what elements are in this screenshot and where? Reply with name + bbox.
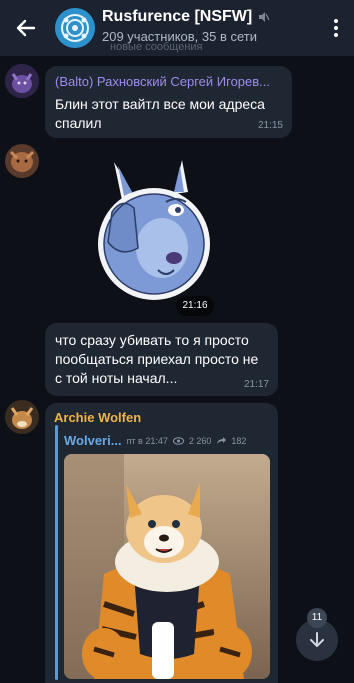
message-bubble[interactable]: что сразу убивать то я просто пообщаться… — [45, 323, 278, 396]
arrow-down-icon — [310, 632, 324, 647]
wolf-facepalm-sticker-icon — [98, 160, 210, 300]
menu-button[interactable] — [332, 16, 340, 40]
share-icon — [217, 436, 227, 444]
message-sender[interactable]: Archie Wolfen — [54, 410, 141, 425]
back-button[interactable] — [12, 14, 40, 42]
avatar-archie[interactable] — [5, 400, 39, 434]
more-vertical-icon — [334, 19, 338, 37]
avatar-user[interactable] — [5, 144, 39, 178]
forwarded-views: 2 260 — [188, 435, 212, 446]
message-time: 21:17 — [243, 379, 269, 390]
sticker[interactable] — [92, 152, 222, 302]
unread-badge: 11 — [307, 608, 327, 628]
chat-title-area[interactable]: Rusfurence [NSFW] 209 участников, 35 в с… — [102, 8, 270, 44]
muted-icon — [259, 12, 270, 22]
arrow-left-icon — [16, 19, 36, 37]
message-bubble[interactable]: (Balto) Рахновский Сергей Игорев... Блин… — [45, 66, 292, 138]
user-avatar-icon — [5, 400, 39, 434]
fox-character-image — [64, 454, 270, 679]
forwarded-header[interactable]: Wolveri... пт в 21:47 2 260 182 — [64, 433, 246, 448]
forwarded-image[interactable] — [64, 454, 270, 679]
forward-bar — [55, 425, 58, 680]
message-text: Блин этот вайтл все мои адреса спалил — [55, 96, 265, 131]
views-icon — [172, 436, 184, 445]
forwarded-channel-name[interactable]: Wolveri... — [64, 433, 122, 448]
group-logo-icon — [55, 8, 95, 48]
message-time: 21:15 — [257, 120, 283, 131]
chat-title: Rusfurence [NSFW] — [102, 8, 253, 25]
group-avatar[interactable] — [55, 8, 95, 48]
message-sender[interactable]: (Balto) Рахновский Сергей Игорев... — [55, 74, 270, 89]
user-avatar-icon — [5, 64, 39, 98]
avatar-balto[interactable] — [5, 64, 39, 98]
message-text: что сразу убивать то я просто пообщаться… — [55, 332, 259, 386]
user-avatar-icon — [5, 144, 39, 178]
forwarded-date: пт в 21:47 — [126, 435, 168, 446]
forwarded-shares: 182 — [231, 435, 247, 446]
faded-top-text: новые сообщения — [110, 41, 203, 53]
sticker-time: 21:16 — [176, 296, 214, 316]
